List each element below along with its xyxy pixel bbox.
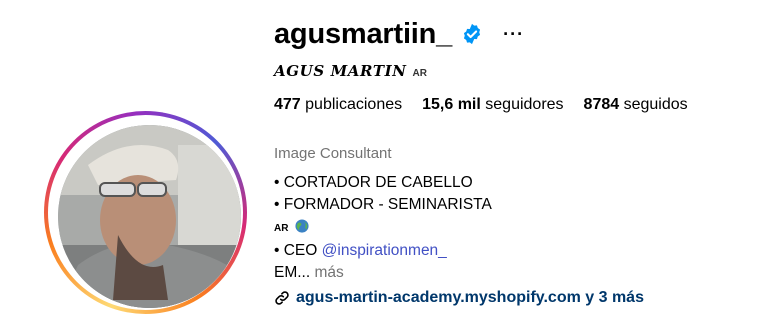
- bio-more-link[interactable]: más: [314, 264, 343, 281]
- country-code: AR: [274, 223, 289, 234]
- bio-truncated-text: EM...: [274, 264, 311, 281]
- bio-line: • CORTADOR DE CABELLO: [274, 174, 473, 191]
- following-label: seguidos: [623, 96, 688, 113]
- link-icon: [275, 291, 289, 305]
- verified-badge-icon: [464, 23, 481, 45]
- full-name: AGUS MARTIN: [274, 62, 407, 80]
- full-name-flag: AR: [412, 68, 427, 79]
- avatar-ring-gap: [48, 115, 243, 310]
- bio-ceo-prefix: • CEO: [274, 242, 322, 259]
- globe-icon: [295, 219, 309, 233]
- following-count: 8784: [583, 96, 620, 113]
- followers-stat[interactable]: 15,6 mil seguidores: [422, 96, 563, 114]
- bio: • CORTADOR DE CABELLO • FORMADOR - SEMIN…: [274, 172, 492, 284]
- bio-line-flag: AR: [274, 216, 492, 240]
- username: agusmartiin_: [274, 17, 453, 50]
- profile-category: Image Consultant: [274, 145, 392, 162]
- posts-count: 477: [274, 96, 301, 113]
- external-link-text: agus-martin-academy.myshopify.com y 3 má…: [296, 289, 644, 306]
- avatar[interactable]: [58, 125, 241, 308]
- posts-label: publicaciones: [305, 96, 403, 113]
- external-link[interactable]: agus-martin-academy.myshopify.com y 3 má…: [274, 289, 644, 307]
- followers-label: seguidores: [485, 96, 564, 113]
- bio-line: • FORMADOR - SEMINARISTA: [274, 196, 492, 213]
- followers-count: 15,6 mil: [422, 96, 481, 113]
- username-row: agusmartiin_ ···: [274, 16, 524, 52]
- bio-line-ceo: • CEO @inspirationmen_: [274, 240, 492, 262]
- more-options-button[interactable]: ···: [503, 24, 524, 45]
- profile-stats: 477 publicaciones 15,6 mil seguidores 87…: [274, 96, 708, 114]
- avatar-photo: [58, 125, 241, 308]
- mention-link[interactable]: @inspirationmen_: [322, 242, 447, 259]
- full-name-row: AGUS MARTIN AR: [274, 62, 427, 80]
- following-stat[interactable]: 8784 seguidos: [584, 96, 688, 114]
- avatar-story-ring[interactable]: [44, 111, 247, 314]
- bio-line-truncated: EM... más: [274, 262, 492, 284]
- posts-stat[interactable]: 477 publicaciones: [274, 96, 402, 114]
